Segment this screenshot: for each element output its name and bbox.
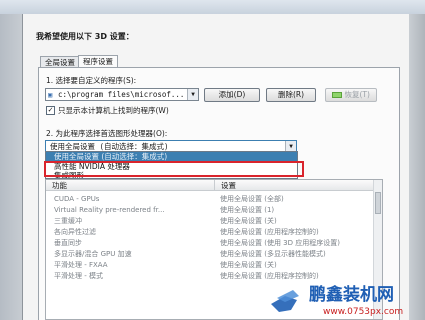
annotation-highlight-box xyxy=(44,161,304,177)
table-cell-setting[interactable]: 使用全局设置 (关) xyxy=(220,261,277,270)
table-cell-feature: 多显示器/混合 GPU 加速 xyxy=(54,250,132,258)
table-cell-setting[interactable]: 使用全局设置 (应用程序控制的) xyxy=(220,228,319,237)
step2-label: 2. 为此程序选择首选图形处理器(O): xyxy=(46,129,168,138)
site-watermark: 鹏鑫装机网 www.0753px.com xyxy=(271,284,403,317)
table-cell-setting[interactable]: 使用全局设置 (多显示器性能模式) xyxy=(220,250,326,259)
table-cell-feature: 三重缓冲 xyxy=(54,217,82,225)
table-header-feature[interactable]: 功能 xyxy=(46,180,214,191)
restore-button-label: 恢复(T) xyxy=(344,90,370,99)
program-combo-value: c:\program files\microsof... xyxy=(58,90,185,99)
restore-icon xyxy=(332,92,343,98)
add-button[interactable]: 添加(D) xyxy=(204,88,260,102)
left-sidebar-edge xyxy=(0,14,22,320)
show-found-programs-checkbox[interactable]: ✓ xyxy=(46,106,55,115)
page-heading: 我希望使用以下 3D 设置： xyxy=(36,32,134,41)
table-cell-feature: 垂直同步 xyxy=(54,239,82,247)
remove-button[interactable]: 删除(R) xyxy=(266,88,316,102)
table-cell-setting[interactable]: 使用全局设置 (全部) xyxy=(220,195,284,204)
table-cell-setting[interactable]: 使用全局设置 (使用 3D 应用程序设置) xyxy=(220,239,340,248)
table-cell-setting[interactable]: 使用全局设置 (关) xyxy=(220,217,277,226)
watermark-brand: 鹏鑫装机网 xyxy=(309,284,394,305)
table-cell-feature: Virtual Reality pre-rendered fr... xyxy=(54,206,165,214)
table-cell-feature: 各向异性过滤 xyxy=(54,228,96,236)
table-cell-feature: 平滑处理 - FXAA xyxy=(54,261,108,269)
chevron-down-icon: ▼ xyxy=(187,89,198,100)
window-top-edge xyxy=(0,0,425,14)
right-scrollbar-edge[interactable] xyxy=(409,14,425,320)
gpu-combo-value: 使用全局设置 (自动选择：集成式) xyxy=(50,142,169,151)
watermark-url: www.0753px.com xyxy=(323,307,403,317)
show-found-programs-label: 只显示本计算机上找到的程序(W) xyxy=(58,106,169,115)
restore-button[interactable]: 恢复(T) xyxy=(325,88,377,102)
table-cell-setting[interactable]: 使用全局设置 (1) xyxy=(220,206,274,215)
table-header-setting[interactable]: 设置 xyxy=(214,180,375,191)
gpu-option-global[interactable]: 使用全局设置 (自动选择：集成式) xyxy=(46,152,297,161)
table-cell-feature: 平滑处理 - 模式 xyxy=(54,272,103,280)
step1-label: 1. 选择要自定义的程序(S): xyxy=(46,76,137,85)
program-icon: ▣ xyxy=(48,91,53,99)
table-cell-feature: CUDA - GPUs xyxy=(54,195,100,203)
program-combo[interactable]: ▣ c:\program files\microsof... ▼ xyxy=(45,88,199,101)
table-scrollbar-thumb[interactable] xyxy=(375,192,381,214)
